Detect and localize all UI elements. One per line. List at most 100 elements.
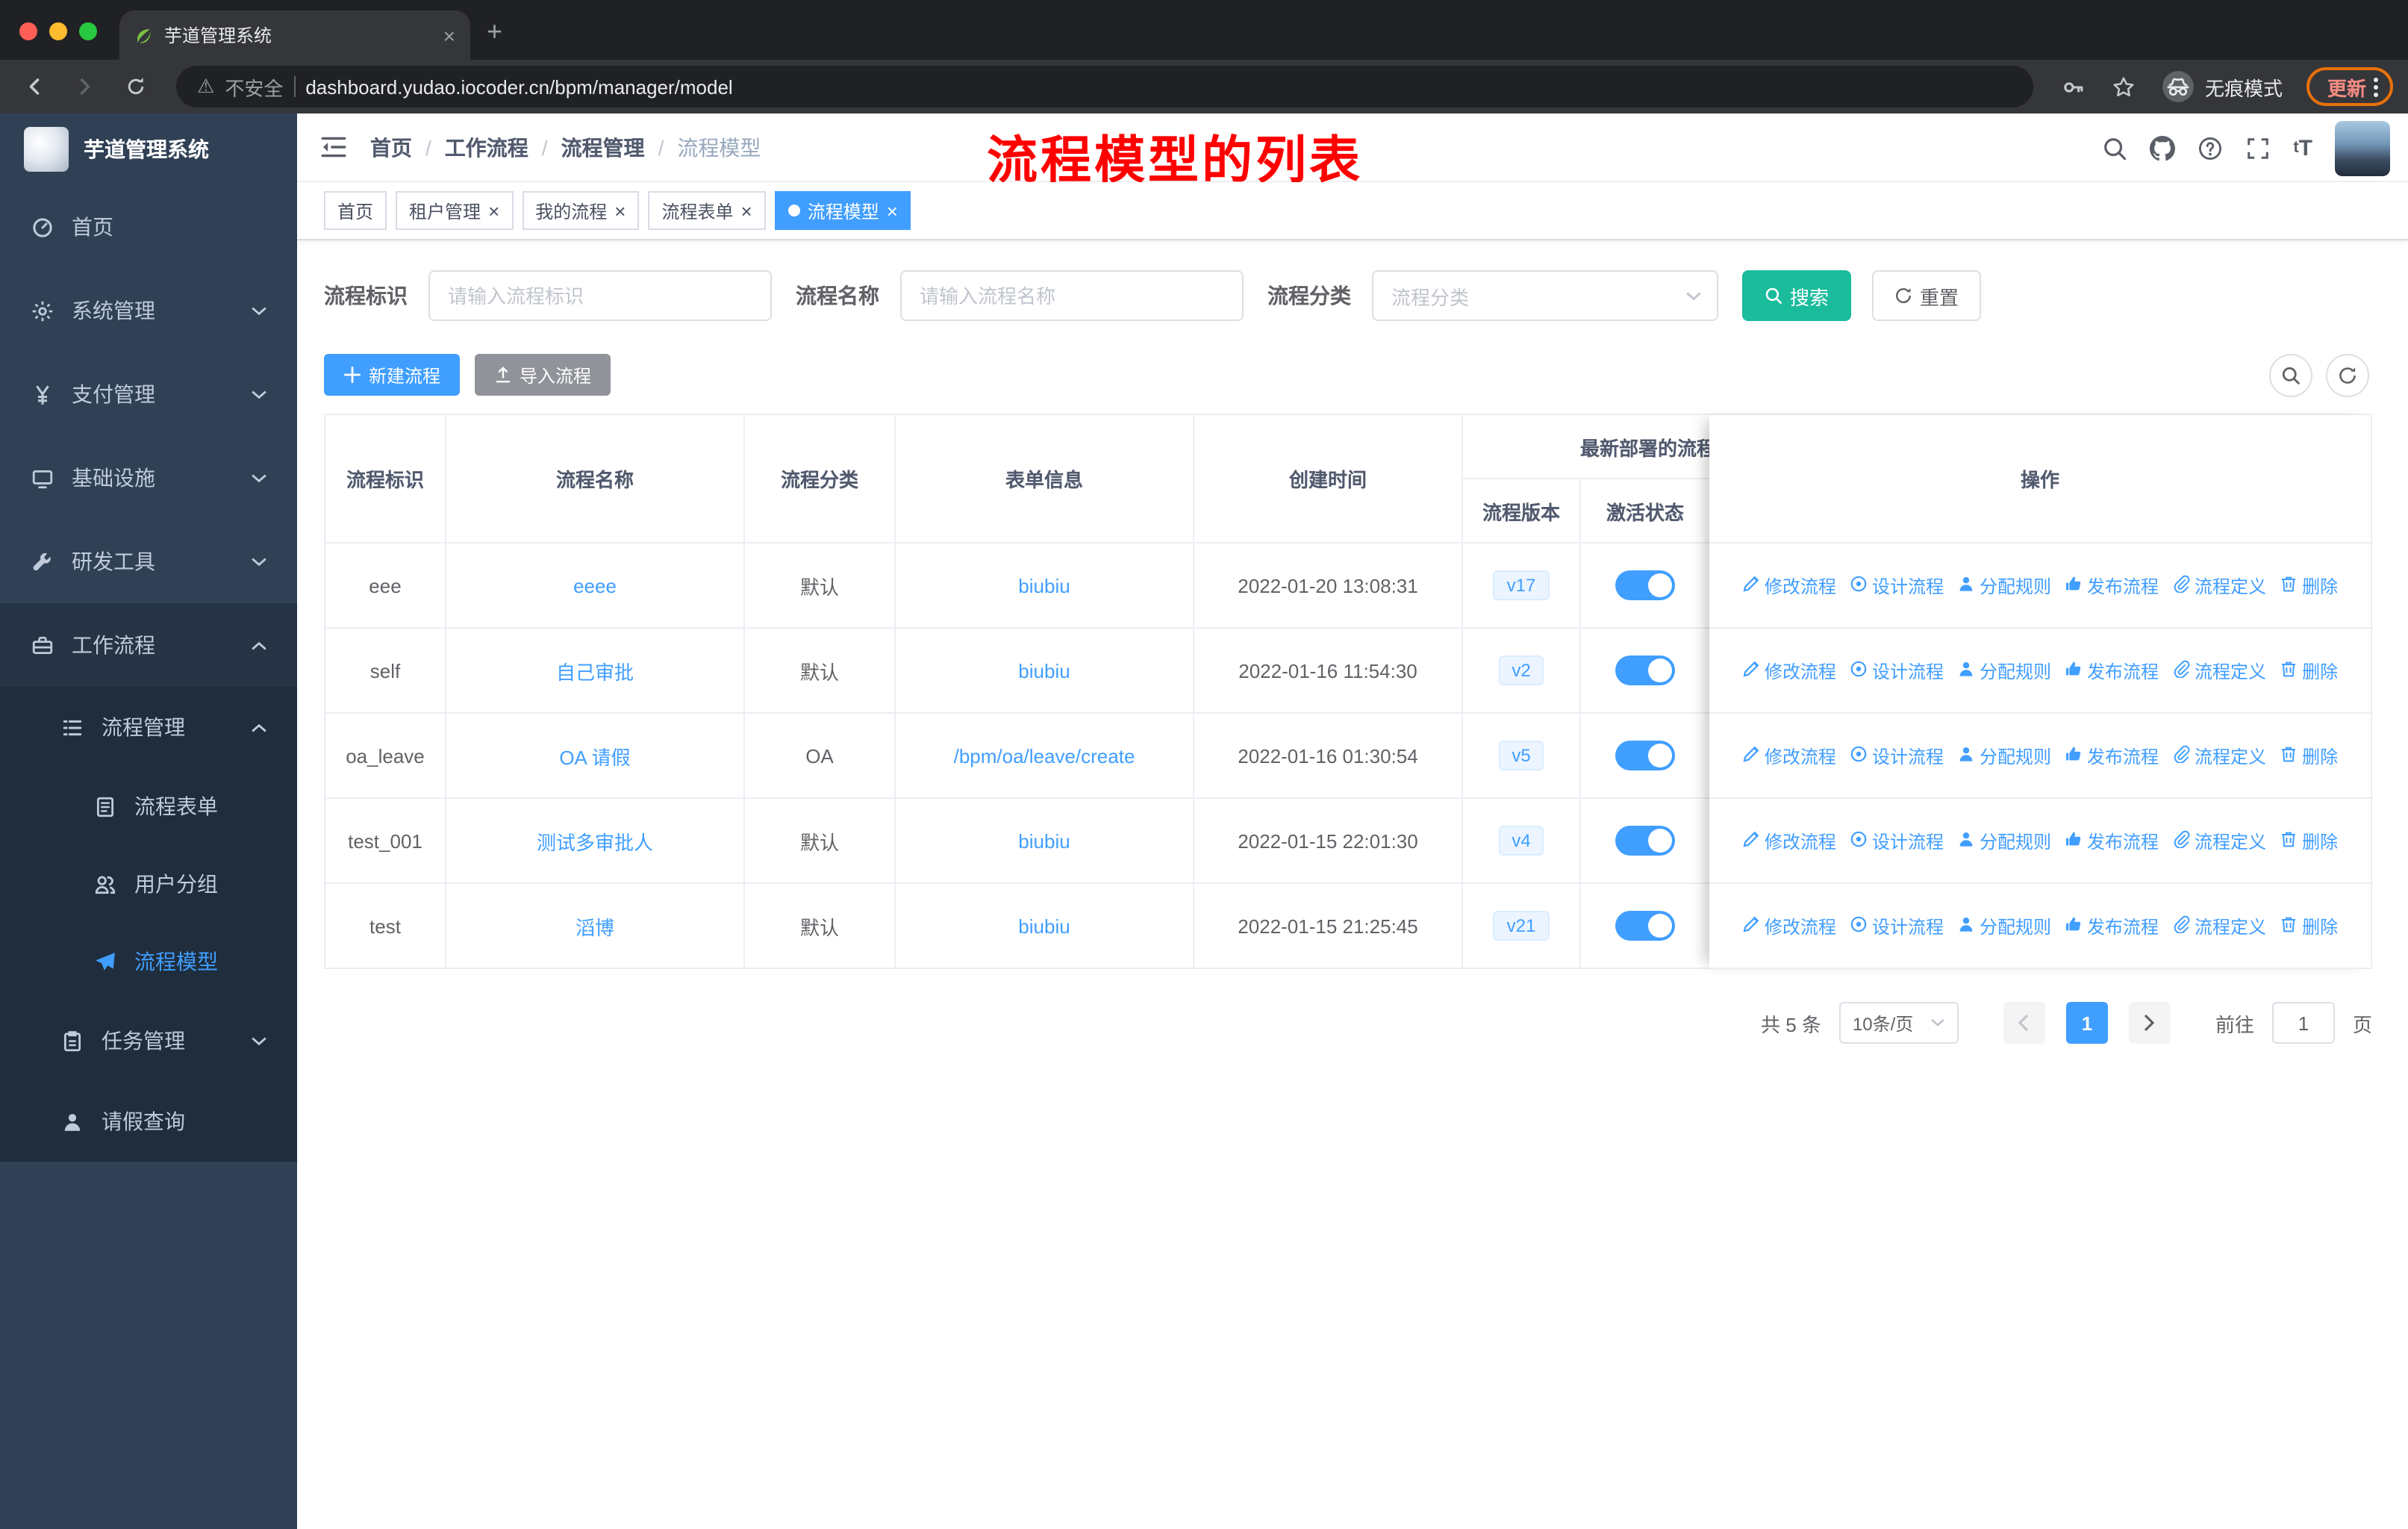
minimize-window-button[interactable] <box>49 22 67 40</box>
action-assign-link[interactable]: 分配规则 <box>1957 658 2051 683</box>
bookmark-star-icon[interactable] <box>2105 67 2144 106</box>
action-definition-link[interactable]: 流程定义 <box>2172 828 2266 853</box>
browser-tab[interactable]: 芋道管理系统 × <box>119 10 470 60</box>
font-size-icon[interactable]: tT <box>2293 135 2312 161</box>
action-delete-link[interactable]: 删除 <box>2280 573 2338 598</box>
close-window-button[interactable] <box>19 22 37 40</box>
update-button[interactable]: 更新 <box>2306 67 2393 106</box>
sidebar-item-devtools[interactable]: 研发工具 <box>0 520 297 603</box>
form-info-link[interactable]: biubiu <box>1018 659 1070 682</box>
close-tag-icon[interactable]: × <box>887 201 898 220</box>
close-tag-icon[interactable]: × <box>741 201 752 220</box>
zoom-window-button[interactable] <box>79 22 97 40</box>
sidebar-item-process-form[interactable]: 流程表单 <box>0 767 297 845</box>
process-name-link[interactable]: 自己审批 <box>556 656 634 685</box>
action-delete-link[interactable]: 删除 <box>2280 743 2338 768</box>
sidebar-item-process-management[interactable]: 流程管理 <box>0 687 297 767</box>
help-icon[interactable] <box>2198 135 2223 161</box>
sidebar-item-system[interactable]: 系统管理 <box>0 269 297 352</box>
action-design-link[interactable]: 设计流程 <box>1850 828 1944 853</box>
refresh-table-button[interactable] <box>2326 353 2369 396</box>
action-delete-link[interactable]: 删除 <box>2280 828 2338 853</box>
breadcrumb-item-workflow[interactable]: 工作流程 <box>445 132 528 162</box>
sidebar-item-task-management[interactable]: 任务管理 <box>0 1000 297 1081</box>
process-name-link[interactable]: 滔博 <box>576 912 614 940</box>
active-status-toggle[interactable] <box>1615 911 1675 941</box>
close-tag-icon[interactable]: × <box>488 201 499 220</box>
form-info-link[interactable]: /bpm/oa/leave/create <box>954 744 1135 767</box>
active-status-toggle[interactable] <box>1615 826 1675 856</box>
action-delete-link[interactable]: 删除 <box>2280 913 2338 938</box>
close-tab-icon[interactable]: × <box>443 23 455 47</box>
process-name-input[interactable] <box>900 270 1244 321</box>
action-edit-link[interactable]: 修改流程 <box>1742 743 1836 768</box>
action-publish-link[interactable]: 发布流程 <box>2065 913 2159 938</box>
action-edit-link[interactable]: 修改流程 <box>1742 573 1836 598</box>
fullscreen-icon[interactable] <box>2245 135 2271 161</box>
user-avatar[interactable] <box>2335 120 2390 175</box>
active-status-toggle[interactable] <box>1615 570 1675 600</box>
header-search-icon[interactable] <box>2102 135 2127 161</box>
goto-page-input[interactable] <box>2271 1002 2335 1044</box>
import-process-button[interactable]: 导入流程 <box>475 354 611 396</box>
action-design-link[interactable]: 设计流程 <box>1850 743 1944 768</box>
action-assign-link[interactable]: 分配规则 <box>1957 913 2051 938</box>
action-assign-link[interactable]: 分配规则 <box>1957 828 2051 853</box>
reset-button[interactable]: 重置 <box>1872 270 1982 321</box>
action-design-link[interactable]: 设计流程 <box>1850 913 1944 938</box>
toggle-search-button[interactable] <box>2269 353 2312 396</box>
active-status-toggle[interactable] <box>1615 655 1675 685</box>
breadcrumb-item-process-management[interactable]: 流程管理 <box>561 132 645 162</box>
url-bar[interactable]: ⚠ 不安全 dashboard.yudao.iocoder.cn/bpm/man… <box>176 66 2033 108</box>
tag-0[interactable]: 首页 <box>324 191 387 230</box>
sidebar-collapse-icon[interactable] <box>297 134 370 160</box>
password-key-icon[interactable] <box>2054 67 2093 106</box>
action-definition-link[interactable]: 流程定义 <box>2172 658 2266 683</box>
sidebar-item-workflow[interactable]: 工作流程 <box>0 603 297 687</box>
process-name-link[interactable]: 测试多审批人 <box>537 826 653 855</box>
page-size-select[interactable]: 10条/页 <box>1838 1002 1959 1044</box>
form-info-link[interactable]: biubiu <box>1018 829 1070 852</box>
reload-button[interactable] <box>116 67 155 106</box>
action-publish-link[interactable]: 发布流程 <box>2065 573 2159 598</box>
action-publish-link[interactable]: 发布流程 <box>2065 828 2159 853</box>
sidebar-item-payment[interactable]: 支付管理 <box>0 352 297 436</box>
sidebar-item-home[interactable]: 首页 <box>0 185 297 269</box>
process-category-select[interactable]: 流程分类 <box>1372 270 1718 321</box>
tag-3[interactable]: 流程表单 × <box>648 191 766 230</box>
tag-1[interactable]: 租户管理 × <box>396 191 514 230</box>
sidebar-item-infrastructure[interactable]: 基础设施 <box>0 436 297 520</box>
action-edit-link[interactable]: 修改流程 <box>1742 828 1836 853</box>
sidebar-item-user-group[interactable]: 用户分组 <box>0 845 297 923</box>
search-button[interactable]: 搜索 <box>1742 270 1852 321</box>
action-design-link[interactable]: 设计流程 <box>1850 658 1944 683</box>
form-info-link[interactable]: biubiu <box>1018 574 1070 597</box>
action-publish-link[interactable]: 发布流程 <box>2065 743 2159 768</box>
active-status-toggle[interactable] <box>1615 741 1675 770</box>
close-tag-icon[interactable]: × <box>614 201 626 220</box>
action-assign-link[interactable]: 分配规则 <box>1957 573 2051 598</box>
tag-2[interactable]: 我的流程 × <box>522 191 640 230</box>
page-1-button[interactable]: 1 <box>2065 1002 2108 1044</box>
sidebar-item-process-model[interactable]: 流程模型 <box>0 923 297 1000</box>
sidebar-item-leave-query[interactable]: 请假查询 <box>0 1081 297 1162</box>
next-page-button[interactable] <box>2128 1002 2171 1044</box>
forward-button[interactable] <box>66 67 105 106</box>
action-definition-link[interactable]: 流程定义 <box>2172 913 2266 938</box>
action-design-link[interactable]: 设计流程 <box>1850 573 1944 598</box>
browser-menu-kebab-icon[interactable] <box>2374 77 2378 96</box>
breadcrumb-item-home[interactable]: 首页 <box>370 132 412 162</box>
process-name-link[interactable]: OA 请假 <box>559 741 630 770</box>
tag-active-4[interactable]: 流程模型 × <box>774 191 911 230</box>
sidebar-logo[interactable]: 芋道管理系统 <box>0 113 297 185</box>
action-edit-link[interactable]: 修改流程 <box>1742 913 1836 938</box>
action-publish-link[interactable]: 发布流程 <box>2065 658 2159 683</box>
form-info-link[interactable]: biubiu <box>1018 915 1070 937</box>
action-definition-link[interactable]: 流程定义 <box>2172 573 2266 598</box>
action-delete-link[interactable]: 删除 <box>2280 658 2338 683</box>
process-key-input[interactable] <box>428 270 772 321</box>
action-assign-link[interactable]: 分配规则 <box>1957 743 2051 768</box>
process-name-link[interactable]: eeee <box>573 574 617 597</box>
back-button[interactable] <box>15 67 54 106</box>
github-icon[interactable] <box>2150 135 2176 161</box>
